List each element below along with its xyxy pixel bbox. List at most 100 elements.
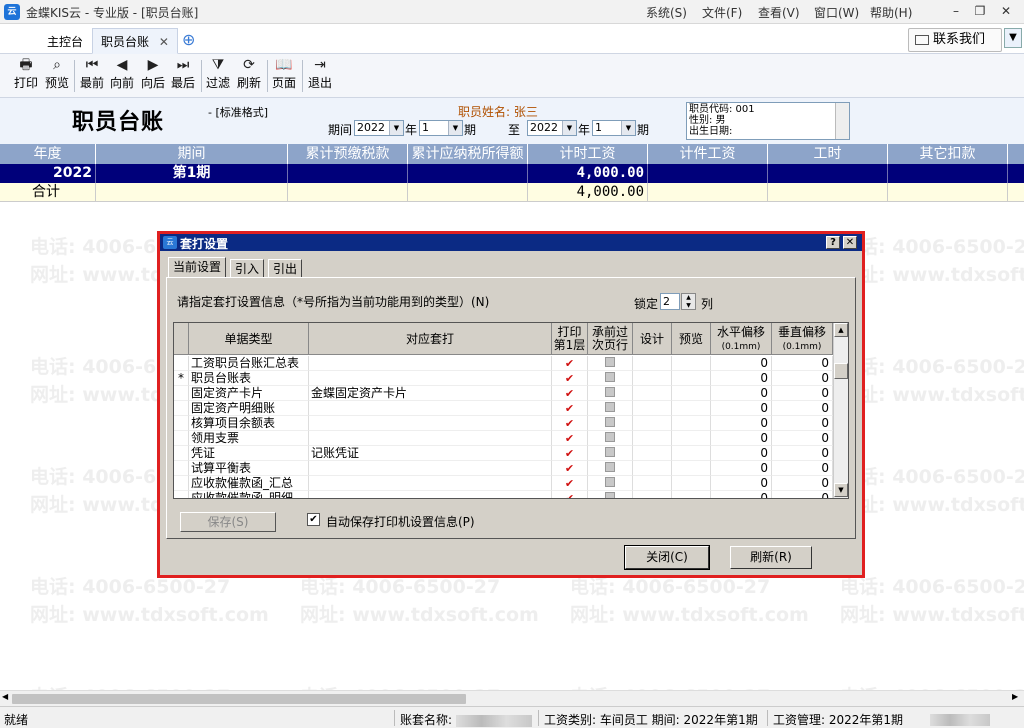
column-header[interactable]: 设计 — [633, 323, 672, 355]
column-header[interactable]: 计件工资 — [648, 144, 768, 164]
checked-icon[interactable]: ✔ — [564, 358, 575, 369]
print-layer1-cell[interactable]: ✔ — [552, 371, 588, 386]
checkbox-icon[interactable] — [605, 492, 615, 498]
v-offset-cell[interactable]: 0 — [772, 446, 833, 461]
bill-type-cell[interactable]: 应收款催款函_汇总 — [189, 476, 309, 491]
template-cell[interactable] — [309, 476, 552, 491]
column-header[interactable]: 工时 — [768, 144, 888, 164]
table-row[interactable]: 领用支票 ✔ 0 0 — [174, 431, 833, 446]
preview-cell[interactable] — [672, 461, 711, 476]
preview-cell[interactable] — [672, 491, 711, 498]
scroll-up-icon[interactable]: ▲ — [834, 323, 848, 337]
row-marker[interactable] — [174, 356, 189, 371]
print-layer1-cell[interactable]: ✔ — [552, 446, 588, 461]
design-cell[interactable] — [633, 401, 672, 416]
table-row[interactable]: 2022 第1期 4,000.00 — [0, 164, 1024, 183]
print-layer1-cell[interactable]: ✔ — [552, 416, 588, 431]
carry-over-cell[interactable] — [588, 446, 633, 461]
save-button[interactable]: 保存(S) — [180, 512, 276, 532]
autosave-label[interactable]: 自动保存打印机设置信息(P) — [326, 513, 475, 530]
column-header[interactable]: 期间 — [96, 144, 288, 164]
template-cell[interactable] — [309, 461, 552, 476]
row-marker[interactable] — [174, 491, 189, 498]
scroll-down-icon[interactable]: ▼ — [834, 483, 848, 497]
spin-down-icon[interactable]: ▼ — [682, 302, 695, 310]
from-period-select[interactable]: 1 ▼ — [419, 120, 463, 136]
column-header[interactable]: 累计应纳税所得额 — [408, 144, 528, 164]
v-offset-cell[interactable]: 0 — [772, 476, 833, 491]
template-cell[interactable] — [309, 401, 552, 416]
to-year-select[interactable]: 2022 ▼ — [527, 120, 577, 136]
checkbox-icon[interactable] — [605, 357, 615, 367]
table-row[interactable]: 固定资产卡片 金蝶固定资产卡片 ✔ 0 0 — [174, 386, 833, 401]
h-offset-cell[interactable]: 0 — [711, 356, 772, 371]
checked-icon[interactable]: ✔ — [564, 418, 575, 429]
h-offset-cell[interactable]: 0 — [711, 491, 772, 498]
v-offset-cell[interactable]: 0 — [772, 461, 833, 476]
table-row[interactable]: 凭证 记账凭证 ✔ 0 0 — [174, 446, 833, 461]
checked-icon[interactable]: ✔ — [564, 388, 575, 399]
collapse-chevron-icon[interactable]: ▼ — [1004, 28, 1022, 48]
carry-over-cell[interactable] — [588, 416, 633, 431]
contact-us-button[interactable]: 联系我们 — [908, 28, 1002, 52]
carry-over-cell[interactable] — [588, 461, 633, 476]
design-cell[interactable] — [633, 416, 672, 431]
checkbox-icon[interactable] — [605, 402, 615, 412]
carry-over-cell[interactable] — [588, 371, 633, 386]
h-offset-cell[interactable]: 0 — [711, 446, 772, 461]
checked-icon[interactable]: ✔ — [564, 478, 575, 489]
help-icon[interactable]: ? — [826, 236, 840, 249]
column-header-h-offset[interactable]: 水平偏移 (0.1mm) — [711, 323, 772, 355]
carry-over-cell[interactable] — [588, 431, 633, 446]
design-cell[interactable] — [633, 491, 672, 498]
h-offset-cell[interactable]: 0 — [711, 461, 772, 476]
preview-cell[interactable] — [672, 386, 711, 401]
table-row[interactable]: 工资职员台账汇总表 ✔ 0 0 — [174, 356, 833, 371]
table-row[interactable]: 核算项目余额表 ✔ 0 0 — [174, 416, 833, 431]
column-header[interactable]: 承前过次页行 — [588, 323, 633, 355]
print-layer1-cell[interactable]: ✔ — [552, 431, 588, 446]
template-cell[interactable] — [309, 356, 552, 371]
table-row[interactable]: 应收款催款函_汇总 ✔ 0 0 — [174, 476, 833, 491]
first-button[interactable]: ⏮ 最前 — [78, 56, 106, 96]
template-cell[interactable] — [309, 431, 552, 446]
carry-over-cell[interactable] — [588, 476, 633, 491]
preview-cell[interactable] — [672, 476, 711, 491]
preview-cell[interactable] — [672, 416, 711, 431]
row-marker[interactable] — [174, 401, 189, 416]
scroll-right-icon[interactable]: ▶ — [1012, 692, 1018, 701]
h-offset-cell[interactable]: 0 — [711, 431, 772, 446]
employee-info-box[interactable]: 职员代码: 001 性别: 男 出生日期: — [686, 102, 850, 140]
template-cell[interactable] — [309, 491, 552, 498]
carry-over-cell[interactable] — [588, 356, 633, 371]
carry-over-cell[interactable] — [588, 386, 633, 401]
scroll-left-icon[interactable]: ◀ — [2, 692, 8, 701]
print-layer1-cell[interactable]: ✔ — [552, 356, 588, 371]
v-offset-cell[interactable]: 0 — [772, 416, 833, 431]
h-offset-cell[interactable]: 0 — [711, 371, 772, 386]
column-header[interactable]: 其它扣款 — [888, 144, 1008, 164]
refresh-button[interactable]: ⟳ 刷新 — [235, 56, 263, 96]
preview-cell[interactable] — [672, 446, 711, 461]
design-cell[interactable] — [633, 461, 672, 476]
tab-employee-ledger[interactable]: 职员台账 ✕ — [92, 28, 178, 54]
from-year-select[interactable]: 2022 ▼ — [354, 120, 404, 136]
design-cell[interactable] — [633, 431, 672, 446]
checkbox-icon[interactable] — [605, 417, 615, 427]
column-header-v-offset[interactable]: 垂直偏移 (0.1mm) — [772, 323, 833, 355]
bill-type-cell[interactable]: 应收款催款函_明细 — [189, 491, 309, 498]
bill-type-cell[interactable]: 核算项目余额表 — [189, 416, 309, 431]
design-cell[interactable] — [633, 356, 672, 371]
table-row[interactable]: 固定资产明细账 ✔ 0 0 — [174, 401, 833, 416]
scroll-thumb[interactable] — [12, 694, 466, 704]
checkbox-icon[interactable] — [605, 432, 615, 442]
close-tab-icon[interactable]: ✕ — [159, 35, 169, 49]
column-header[interactable]: 对应套打 — [309, 323, 552, 355]
exit-button[interactable]: ⇥ 退出 — [306, 56, 334, 96]
menu-view[interactable]: 查看(V) — [758, 4, 800, 21]
checkbox-icon[interactable] — [605, 447, 615, 457]
template-cell[interactable]: 记账凭证 — [309, 446, 552, 461]
row-marker[interactable] — [174, 431, 189, 446]
to-period-select[interactable]: 1 ▼ — [592, 120, 636, 136]
column-header[interactable]: 累计预缴税款 — [288, 144, 408, 164]
